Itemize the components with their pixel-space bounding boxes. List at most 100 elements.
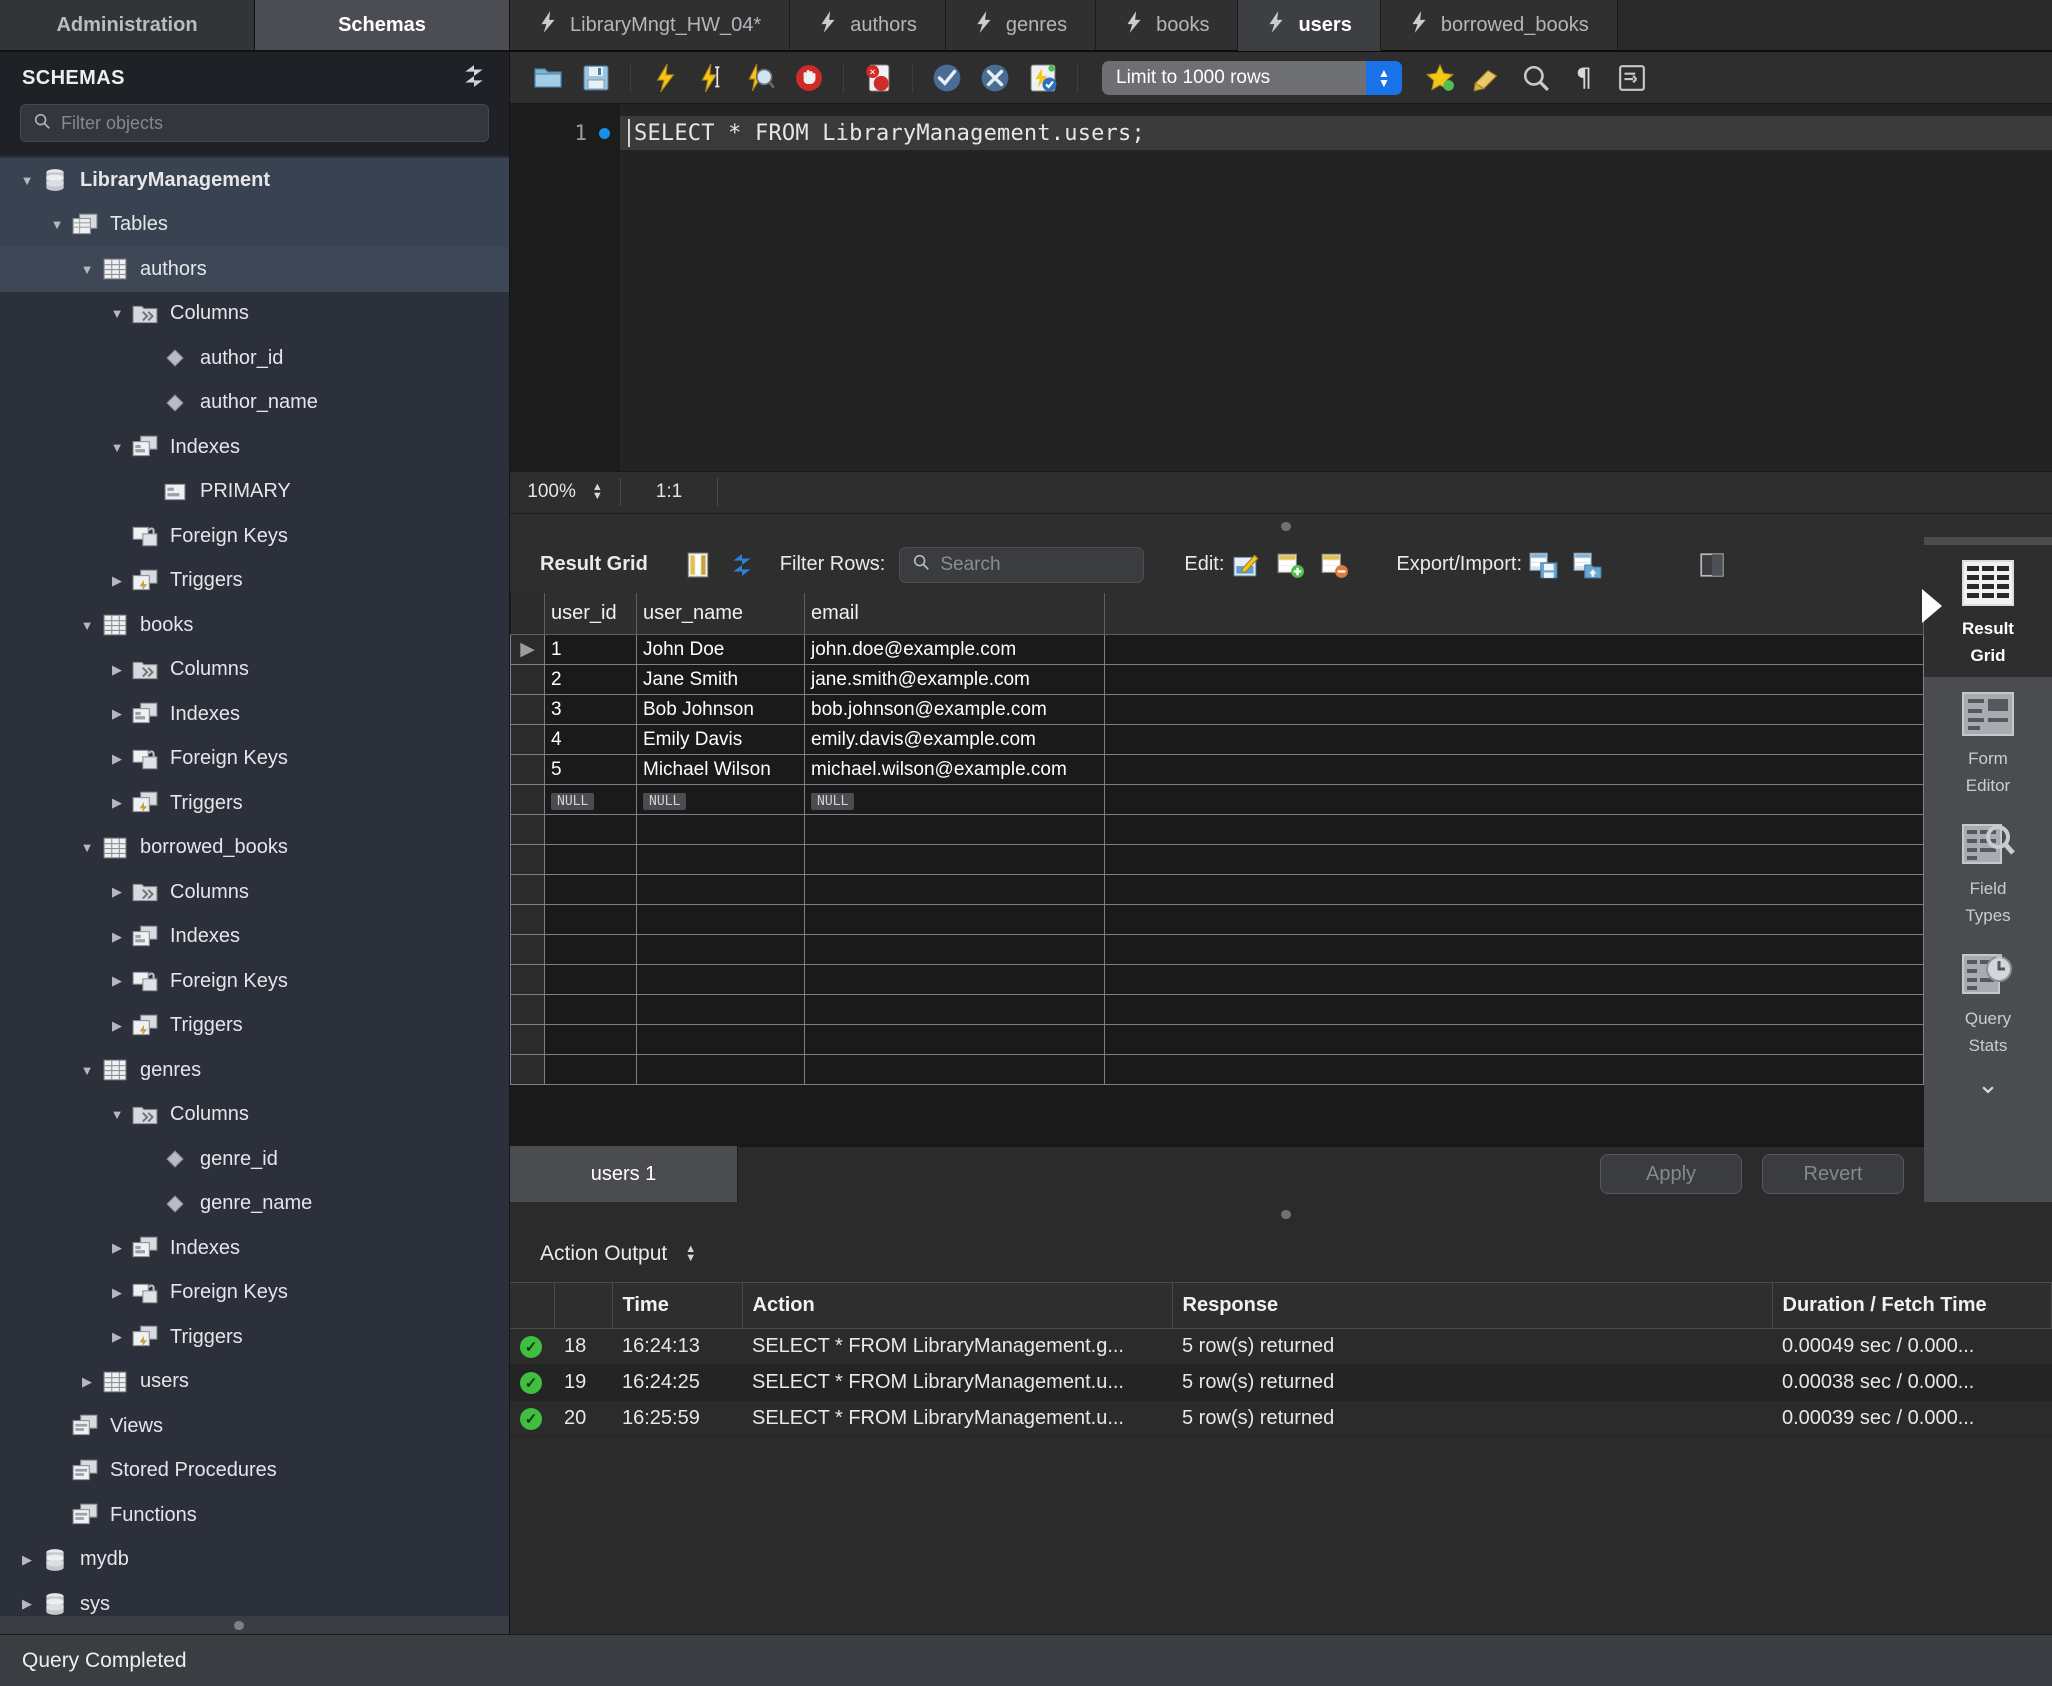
cell-user_name[interactable]: John Doe [636, 634, 805, 665]
row-limit-select[interactable]: Limit to 1000 rows ▲ ▼ [1102, 60, 1402, 95]
revert-button[interactable]: Revert [1762, 1154, 1904, 1194]
brush-icon[interactable] [1464, 56, 1512, 100]
tree-item-triggers[interactable]: ▶ Triggers [0, 781, 509, 826]
sql-editor[interactable]: 1 SELECT * FROM LibraryManagement.users;… [510, 104, 2052, 513]
column-header-user_id[interactable]: user_id [544, 592, 637, 635]
chevron-updown-icon[interactable]: ▲ ▼ [592, 482, 603, 502]
tree-item-genre-name[interactable]: genre_name [0, 1182, 509, 1227]
tree-twisty-icon[interactable]: ▶ [104, 884, 130, 900]
cell-empty[interactable] [544, 844, 637, 875]
filter-rows-input[interactable] [940, 553, 1186, 576]
tree-twisty-icon[interactable]: ▶ [104, 751, 130, 767]
cell-user_name[interactable]: Jane Smith [636, 664, 805, 695]
empty-row[interactable] [510, 994, 1924, 1025]
cell-empty[interactable] [804, 1024, 1105, 1055]
tree-item-triggers[interactable]: ▶ Triggers [0, 559, 509, 604]
tree-twisty-icon[interactable]: ▶ [104, 573, 130, 589]
tree-twisty-icon[interactable]: ▶ [104, 1018, 130, 1034]
editor-tab-users[interactable]: users [1238, 0, 1381, 51]
cell-empty[interactable] [544, 934, 637, 965]
cell-empty[interactable] [636, 1024, 805, 1055]
tree-twisty-icon[interactable]: ▶ [14, 1596, 40, 1612]
filter-objects-input[interactable] [61, 112, 476, 134]
stop-hand-icon[interactable] [785, 56, 833, 100]
tree-item-foreign-keys[interactable]: ▶ Foreign Keys [0, 737, 509, 782]
tree-item-views[interactable]: Views [0, 1404, 509, 1449]
star-help-icon[interactable] [1416, 56, 1464, 100]
tree-item-users[interactable]: ▶ users [0, 1360, 509, 1405]
column-header-email[interactable]: email [804, 592, 1105, 635]
cell-empty[interactable] [544, 874, 637, 905]
tree-item-indexes[interactable]: ▶ Indexes [0, 915, 509, 960]
row-marker[interactable] [510, 724, 545, 755]
table-row[interactable]: 5 Michael Wilson michael.wilson@example.co… [510, 754, 1924, 785]
floppy-save-icon[interactable] [572, 56, 620, 100]
row-marker[interactable] [510, 694, 545, 725]
cell-user_name-null[interactable]: NULL [636, 784, 805, 815]
tree-twisty-icon[interactable]: ▶ [104, 1329, 130, 1345]
chevron-updown-icon[interactable]: ▲ ▼ [1366, 60, 1402, 95]
lightning-bolt-icon[interactable] [641, 56, 689, 100]
tree-item-books[interactable]: ▼ books [0, 603, 509, 648]
row-marker[interactable] [510, 904, 545, 935]
table-row[interactable]: 3 Bob Johnson bob.johnson@example.com [510, 694, 1924, 725]
cell-empty[interactable] [804, 904, 1105, 935]
side-tab-query-stats[interactable]: Query Stats [1924, 937, 2052, 1067]
tree-item-indexes[interactable]: ▼ Indexes [0, 425, 509, 470]
empty-row[interactable] [510, 904, 1924, 935]
tree-twisty-icon[interactable]: ▼ [104, 440, 130, 455]
cell-empty[interactable] [804, 934, 1105, 965]
tree-item-columns[interactable]: ▼ Columns [0, 1093, 509, 1138]
empty-row[interactable] [510, 934, 1924, 965]
tree-twisty-icon[interactable]: ▼ [104, 306, 130, 321]
result-grid-table-container[interactable]: user_id user_name email ▶ 1 John Doe john.doe… [510, 592, 1924, 1146]
cell-empty[interactable] [636, 1054, 805, 1085]
lightning-cursor-icon[interactable] [689, 56, 737, 100]
resultset-tab-users-1[interactable]: users 1 [510, 1146, 738, 1202]
cell-email[interactable]: jane.smith@example.com [804, 664, 1105, 695]
cell-empty[interactable] [544, 1024, 637, 1055]
action-output-column-5[interactable]: Duration / Fetch Time [1772, 1281, 2052, 1329]
cell-empty[interactable] [804, 994, 1105, 1025]
editor-results-splitter[interactable] [510, 512, 2052, 537]
tree-twisty-icon[interactable]: ▶ [104, 1285, 130, 1301]
empty-row[interactable] [510, 814, 1924, 845]
row-marker[interactable] [510, 754, 545, 785]
cell-empty[interactable] [636, 994, 805, 1025]
chevron-updown-icon[interactable]: ▲ ▼ [685, 1243, 696, 1263]
tree-item-author-id[interactable]: author_id [0, 336, 509, 381]
autocommit-icon[interactable] [1019, 56, 1067, 100]
tree-item-columns[interactable]: ▼ Columns [0, 292, 509, 337]
refresh-icon[interactable] [461, 63, 487, 93]
cell-email[interactable]: john.doe@example.com [804, 634, 1105, 665]
commit-check-icon[interactable] [923, 56, 971, 100]
stop-on-error-icon[interactable]: ✕ [854, 56, 902, 100]
tree-twisty-icon[interactable]: ▶ [14, 1552, 40, 1568]
wrap-lines-icon[interactable] [1608, 56, 1656, 100]
tree-item-foreign-keys[interactable]: ▶ Foreign Keys [0, 959, 509, 1004]
action-output-row[interactable]: ✓ 20 16:25:59 SELECT * FROM LibraryManageme… [510, 1400, 2052, 1437]
cell-empty[interactable] [804, 964, 1105, 995]
apply-button[interactable]: Apply [1600, 1154, 1742, 1194]
cell-empty[interactable] [804, 814, 1105, 845]
wrap-cell-content-icon[interactable] [1690, 545, 1734, 585]
cell-empty[interactable] [636, 904, 805, 935]
row-marker[interactable] [510, 664, 545, 695]
export-recordset-icon[interactable] [1522, 545, 1566, 585]
editor-tab-borrowed-books[interactable]: borrowed_books [1380, 0, 1618, 51]
chevron-down-icon[interactable]: ⌄ [1977, 1069, 1999, 1100]
tree-item-authors[interactable]: ▼ authors [0, 247, 509, 292]
empty-row[interactable] [510, 874, 1924, 905]
row-marker[interactable]: ▶ [510, 634, 545, 665]
tree-twisty-icon[interactable]: ▶ [74, 1374, 100, 1390]
editor-tab-genres[interactable]: genres [945, 0, 1097, 51]
action-output-column-1[interactable] [554, 1281, 613, 1329]
row-marker[interactable] [510, 844, 545, 875]
action-output-row[interactable]: ✓ 19 16:24:25 SELECT * FROM LibraryManageme… [510, 1364, 2052, 1401]
cell-empty[interactable] [804, 844, 1105, 875]
row-marker[interactable] [510, 784, 545, 815]
cell-empty[interactable] [544, 1054, 637, 1085]
cell-empty[interactable] [636, 964, 805, 995]
cell-empty[interactable] [636, 874, 805, 905]
tree-item-foreign-keys[interactable]: ▶ Foreign Keys [0, 1271, 509, 1316]
